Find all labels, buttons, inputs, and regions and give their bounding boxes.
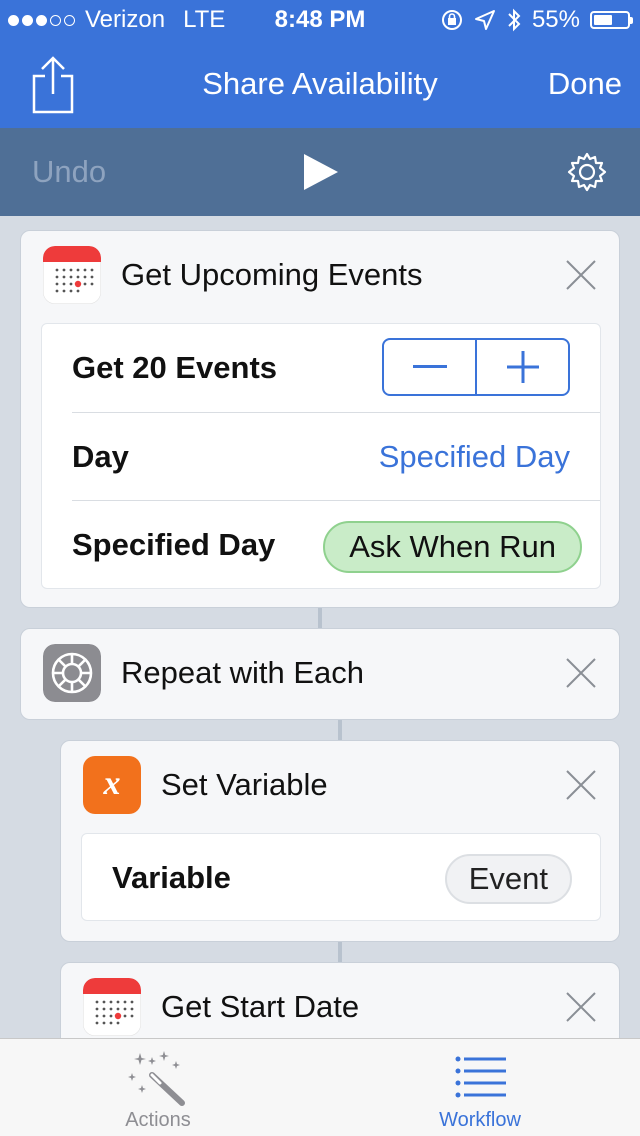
play-icon[interactable] — [302, 152, 340, 192]
connector-line — [318, 606, 322, 628]
battery-icon — [590, 11, 633, 29]
param-row-variable: Variable Event — [112, 834, 600, 922]
variable-glyph: x — [103, 765, 121, 802]
rotation-lock-icon — [441, 10, 462, 30]
variable-name-token[interactable]: Event — [444, 854, 572, 904]
editor-toolbar: Undo — [0, 128, 640, 216]
share-icon[interactable] — [28, 54, 78, 116]
magic-wand-icon — [128, 1051, 185, 1106]
action-card-get-start-date[interactable]: Get Start Date — [60, 962, 620, 1038]
close-icon[interactable] — [565, 259, 597, 291]
nav-bar: Share Availability Done — [0, 40, 640, 128]
decrement-button[interactable] — [384, 340, 475, 394]
tab-actions[interactable]: Actions — [58, 1039, 258, 1136]
signal-strength-icon — [8, 14, 75, 26]
calendar-icon — [83, 978, 141, 1036]
tab-workflow[interactable]: Workflow — [380, 1039, 580, 1136]
tab-actions-label: Actions — [125, 1109, 191, 1131]
settings-icon — [43, 644, 101, 702]
page-title: Share Availability — [202, 66, 438, 101]
action-card-repeat-with-each[interactable]: Repeat with Each — [20, 628, 620, 720]
variable-icon: x — [83, 756, 141, 814]
day-label: Day — [72, 439, 129, 474]
connector-line — [338, 940, 342, 962]
action-title: Repeat with Each — [121, 655, 364, 690]
param-row-count: Get 20 Events — [72, 324, 600, 412]
event-count-stepper[interactable] — [382, 338, 570, 396]
gear-icon[interactable] — [566, 151, 608, 193]
action-header[interactable]: Get Start Date — [61, 963, 619, 1038]
action-header[interactable]: x Set Variable — [61, 741, 619, 829]
undo-button[interactable]: Undo — [32, 128, 106, 216]
action-title: Get Upcoming Events — [121, 257, 423, 292]
action-parameters: Variable Event — [81, 833, 601, 921]
battery-level — [594, 15, 612, 25]
variable-label: Variable — [112, 860, 231, 895]
battery-percent: 55% — [531, 6, 580, 33]
close-icon[interactable] — [565, 991, 597, 1023]
action-header[interactable]: Repeat with Each — [21, 629, 619, 717]
close-icon[interactable] — [565, 769, 597, 801]
tab-workflow-label: Workflow — [439, 1109, 521, 1131]
action-parameters: Get 20 Events Day Specified Day Specifie… — [41, 323, 601, 589]
event-count-label: Get 20 Events — [72, 350, 278, 385]
increment-button[interactable] — [475, 340, 568, 394]
connector-line — [338, 718, 342, 740]
action-title: Set Variable — [161, 767, 328, 802]
action-card-get-upcoming-events[interactable]: Get Upcoming Events Get 20 Events Day Sp… — [20, 230, 620, 608]
action-title: Get Start Date — [161, 989, 360, 1024]
location-icon — [474, 10, 495, 30]
bluetooth-icon — [508, 8, 521, 32]
specified-day-label: Specified Day — [72, 527, 276, 562]
carrier-name: Verizon — [85, 6, 166, 33]
close-icon[interactable] — [565, 657, 597, 689]
param-row-day[interactable]: Day Specified Day — [72, 412, 600, 500]
workflow-canvas[interactable]: Get Upcoming Events Get 20 Events Day Sp… — [0, 216, 640, 1038]
minus-icon — [412, 365, 447, 368]
plus-icon — [506, 351, 539, 383]
done-button[interactable]: Done — [548, 40, 622, 128]
status-bar: Verizon LTE 8:48 PM 55% — [0, 0, 640, 40]
ask-when-run-token[interactable]: Ask When Run — [323, 521, 582, 573]
param-row-specified-day: Specified Day Ask When Run — [72, 500, 600, 588]
day-value-link[interactable]: Specified Day — [379, 413, 570, 501]
action-card-set-variable[interactable]: x Set Variable Variable Event — [60, 740, 620, 942]
calendar-icon — [43, 246, 101, 304]
list-icon — [455, 1056, 506, 1098]
action-header[interactable]: Get Upcoming Events — [21, 231, 619, 319]
tab-bar: Actions Workflow — [0, 1038, 640, 1136]
network-type: LTE — [183, 6, 226, 33]
